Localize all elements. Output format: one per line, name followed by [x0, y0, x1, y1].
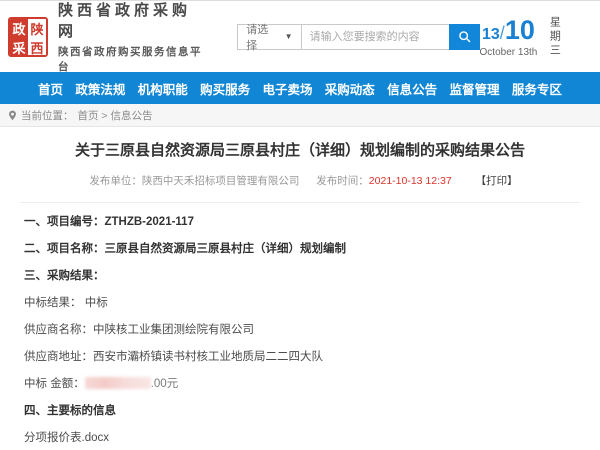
- logo-char: 采: [10, 38, 28, 57]
- section-project-number: 一、项目编号：ZTHZB-2021-117: [24, 215, 576, 230]
- site-logo: 政 陕 采 西: [8, 17, 48, 57]
- logo-char: 陕: [28, 19, 46, 38]
- nav-item-news[interactable]: 采购动态: [325, 79, 375, 98]
- meta-divider: [20, 202, 580, 203]
- breadcrumb-path[interactable]: 首页 > 信息公告: [78, 108, 153, 123]
- site-subtitle: 陕西省政府购买服务信息平台: [58, 44, 209, 74]
- nav-item-home[interactable]: 首页: [38, 79, 63, 98]
- announcement-article: 关于三原县自然资源局三原县村庄（详细）规划编制的采购结果公告 发布单位：陕西中天…: [0, 127, 600, 450]
- section-project-name: 二、项目名称：三原县自然资源局三原县村庄（详细）规划编制: [24, 242, 576, 257]
- nav-item-announcement[interactable]: 信息公告: [387, 79, 437, 98]
- site-header: 政 陕 采 西 陕西省政府采购网 陕西省政府购买服务信息平台 请选择 ▼ 13/…: [0, 1, 600, 72]
- attachment-link[interactable]: 分项报价表.docx: [24, 431, 576, 446]
- breadcrumb-label: 当前位置：: [21, 108, 74, 123]
- bid-amount-line: 中标 金额： .00元: [24, 377, 576, 392]
- search-input[interactable]: [301, 24, 449, 50]
- search-category-select[interactable]: 请选择 ▼: [237, 24, 300, 50]
- search-bar: 请选择 ▼: [237, 24, 479, 50]
- date-english: October 13th: [480, 47, 538, 58]
- search-icon: [458, 30, 471, 43]
- breadcrumb: 当前位置： 首页 > 信息公告: [0, 104, 600, 127]
- nav-item-policies[interactable]: 政策法规: [75, 79, 125, 98]
- section-procure-result: 三、采购结果：: [24, 269, 576, 284]
- location-pin-icon: [8, 110, 17, 121]
- publish-time-label: 发布时间：: [316, 175, 369, 187]
- search-button[interactable]: [449, 24, 480, 50]
- supplier-name-line: 供应商名称：中陕核工业集团测绘院有限公司: [24, 323, 576, 338]
- bid-amount-label: 中标 金额：: [24, 378, 85, 390]
- publisher-value: 陕西中天禾招标项目管理有限公司: [142, 175, 300, 187]
- chevron-down-icon: ▼: [285, 32, 293, 41]
- logo-char: 西: [28, 38, 46, 57]
- bid-result-line: 中标结果： 中标: [24, 296, 576, 311]
- search-category-label: 请选择: [246, 21, 274, 53]
- bid-amount-suffix: .00元: [151, 378, 179, 390]
- nav-item-purchase[interactable]: 购买服务: [200, 79, 250, 98]
- date-day: 13: [482, 26, 500, 43]
- page-title: 关于三原县自然资源局三原县村庄（详细）规划编制的采购结果公告: [24, 141, 576, 161]
- logo-char: 政: [10, 19, 28, 38]
- site-name: 陕西省政府采购网: [58, 0, 209, 41]
- publish-time-value: 2021-10-13 12:37: [369, 175, 452, 187]
- date-display: 13/10 October 13th 星期三: [480, 15, 590, 58]
- article-body: 一、项目编号：ZTHZB-2021-117 二、项目名称：三原县自然资源局三原县…: [24, 215, 576, 450]
- supplier-addr-line: 供应商地址：西安市灞桥镇读书村核工业地质局二二四大队: [24, 350, 576, 365]
- nav-item-functions[interactable]: 机构职能: [138, 79, 188, 98]
- section-main-subject: 四、主要标的信息: [24, 404, 576, 419]
- redacted-amount: [85, 377, 151, 389]
- print-button[interactable]: 【打印】: [476, 175, 518, 187]
- nav-item-services[interactable]: 服务专区: [512, 79, 562, 98]
- site-titles: 陕西省政府采购网 陕西省政府购买服务信息平台: [58, 0, 209, 74]
- article-meta: 发布单位：陕西中天禾招标项目管理有限公司 发布时间：2021-10-13 12:…: [24, 173, 576, 188]
- nav-item-emarket[interactable]: 电子卖场: [262, 79, 312, 98]
- weekday-label: 星期三: [547, 16, 561, 58]
- publisher-label: 发布单位：: [89, 175, 142, 187]
- main-nav: 首页 政策法规 机构职能 购买服务 电子卖场 采购动态 信息公告 监督管理 服务…: [0, 72, 600, 104]
- nav-item-supervision[interactable]: 监督管理: [450, 79, 500, 98]
- date-month: 10: [505, 15, 535, 45]
